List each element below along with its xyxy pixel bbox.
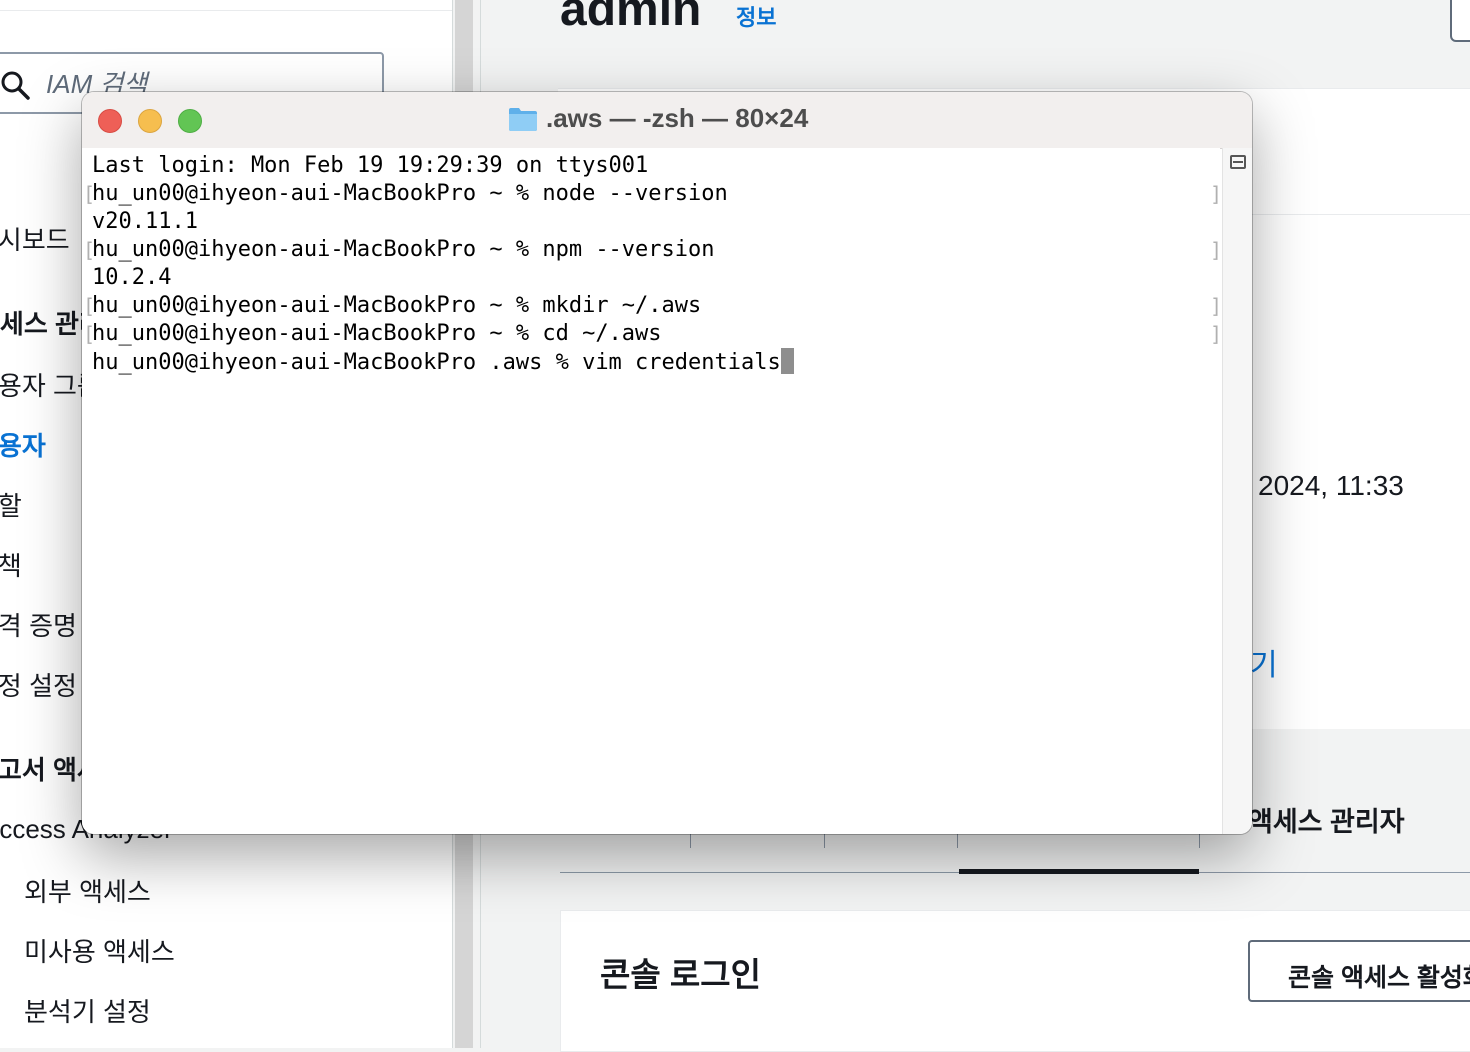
terminal-current-command: hu_un00@ihyeon-aui-MacBookPro .aws % vim… <box>92 350 781 375</box>
terminal-line: v20.11.1 <box>92 209 198 234</box>
summary-divider <box>1230 214 1470 215</box>
mark-bracket-right: ] <box>1210 182 1223 206</box>
active-tab-indicator <box>959 869 1199 874</box>
terminal-line: Last login: Mon Feb 19 19:29:39 on ttys0… <box>92 153 649 178</box>
terminal-line: hu_un00@ihyeon-aui-MacBookPro ~ % mkdir … <box>92 293 702 318</box>
terminal-line: hu_un00@ihyeon-aui-MacBookPro ~ % cd ~/.… <box>92 321 662 346</box>
sidebar-item-policies[interactable]: 정책 <box>0 546 22 583</box>
sidebar-item-unused-access[interactable]: 미사용 액세스 <box>24 932 175 969</box>
sidebar-item-users[interactable]: 사용자 <box>0 426 46 463</box>
text-cursor <box>780 348 794 374</box>
sidebar-item-analyzer-settings[interactable]: 분석기 설정 <box>24 992 151 1029</box>
page-title: admin <box>560 0 702 36</box>
info-link[interactable]: 정보 <box>736 0 776 32</box>
terminal-window[interactable]: .aws — -zsh — 80×24 Last login: Mon Feb … <box>82 92 1252 834</box>
header-action-button[interactable] <box>1450 0 1470 42</box>
search-icon <box>1 71 30 100</box>
sidebar-item-external-access[interactable]: 외부 액세스 <box>24 872 151 909</box>
terminal-line: 10.2.4 <box>92 265 172 290</box>
console-signin-title: 콘솔 로그인 <box>600 956 761 993</box>
tab-access-advisor[interactable]: 액세스 관리자 <box>1248 800 1405 839</box>
terminal-line: hu_un00@ihyeon-aui-MacBookPro ~ % node -… <box>92 181 728 206</box>
minimize-window-button[interactable] <box>138 109 162 133</box>
close-window-button[interactable] <box>98 109 122 133</box>
mark-bracket-left: [ <box>83 294 96 318</box>
terminal-titlebar[interactable]: .aws — -zsh — 80×24 <box>82 92 1252 149</box>
mark-bracket-left: [ <box>83 238 96 262</box>
split-pane-icon[interactable] <box>1230 155 1246 169</box>
summary-link[interactable]: 기 <box>1250 640 1278 684</box>
terminal-line: hu_un00@ihyeon-aui-MacBookPro ~ % npm --… <box>92 237 715 262</box>
mark-bracket-right: ] <box>1210 322 1223 346</box>
maximize-window-button[interactable] <box>178 109 202 133</box>
sidebar-item-dashboard[interactable]: 대시보드 <box>0 220 70 257</box>
sidebar-divider <box>0 10 452 11</box>
mark-bracket-right: ] <box>1210 294 1223 318</box>
terminal-scrollbar[interactable] <box>1222 148 1252 834</box>
terminal-prompt-line: hu_un00@ihyeon-aui-MacBookPro .aws % vim… <box>92 348 794 376</box>
enable-console-access-button[interactable]: 콘솔 액세스 활성화 <box>1248 940 1470 1002</box>
terminal-output[interactable]: Last login: Mon Feb 19 19:29:39 on ttys0… <box>82 148 1223 834</box>
window-title: .aws — -zsh — 80×24 <box>546 103 809 133</box>
folder-icon <box>509 108 537 131</box>
mark-bracket-right: ] <box>1210 238 1223 262</box>
sidebar-item-account-settings[interactable]: 계정 설정 <box>0 666 77 703</box>
mark-bracket-left: [ <box>83 322 96 346</box>
sidebar-item-roles[interactable]: 역할 <box>0 486 22 523</box>
created-time-value: 2024, 11:33 <box>1258 470 1404 501</box>
mark-bracket-left: [ <box>83 182 96 206</box>
